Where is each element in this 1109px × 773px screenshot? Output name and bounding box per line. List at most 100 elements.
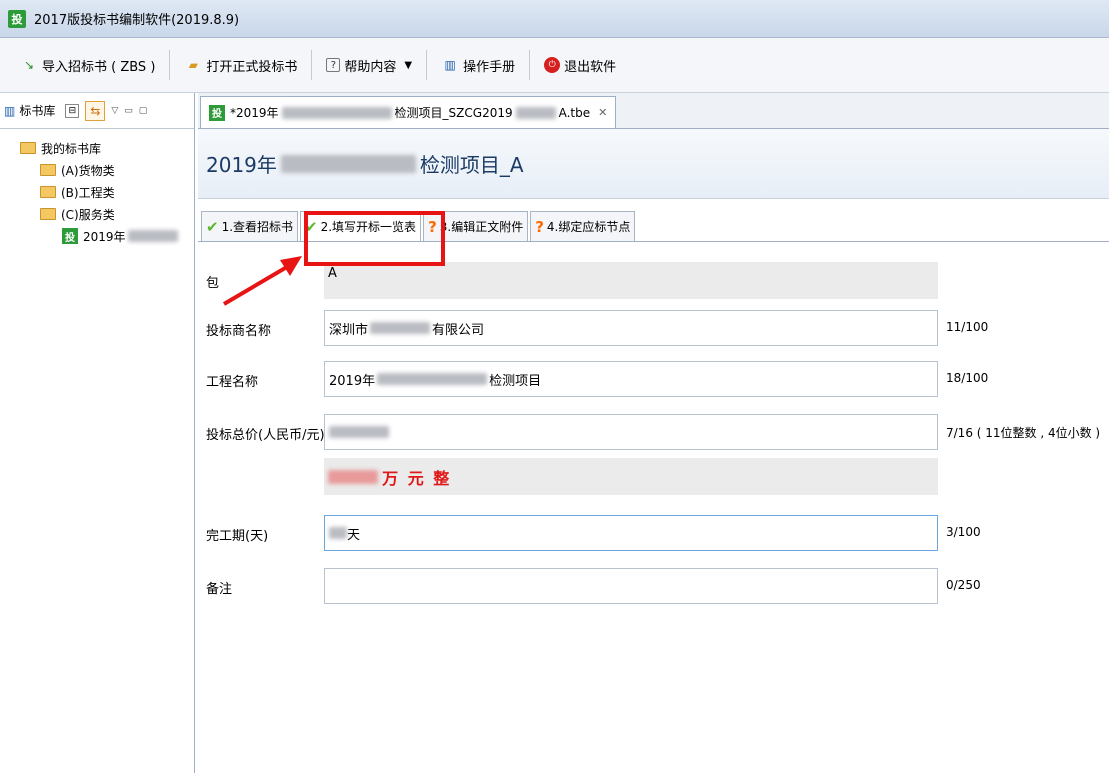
amount-in-words: 万 元 整 [328,465,451,489]
tree-item-services[interactable]: (C)服务类 [0,203,194,225]
field-text: 2019年 [329,373,376,389]
duration-field[interactable]: 天 [324,515,938,551]
folder-icon [40,164,56,176]
annotation-highlight-box [304,211,445,266]
folder-icon [20,142,36,154]
field-text: 有限公司 [432,322,485,338]
annotation-arrow-icon [222,256,302,306]
tree-item-label: (B)工程类 [61,185,115,200]
app-icon: 投 [8,9,26,28]
folder-icon [40,186,56,198]
tree-leaf-bid[interactable]: 投 2019年 [0,225,194,247]
question-icon: ? [535,217,544,236]
book-icon: ▥ [444,58,456,72]
project-counter: 18/100 [946,371,989,385]
document-header: 2019年 检测项目_A [198,129,1109,199]
tree-leaf-label: 2019年 [83,229,126,244]
import-icon: ↘ [23,58,35,72]
tab-bid-document[interactable]: 投 *2019年 检测项目_SZCG2019 A.tbe ✕ [200,96,617,128]
toolbar-separator [169,50,171,80]
bid-file-icon: 投 [62,228,78,244]
library-icon: ▥ [4,103,16,118]
redacted-text [127,230,178,242]
bid-file-icon: 投 [209,104,225,121]
field-text: 深圳市 [329,322,369,338]
tree-item-goods[interactable]: (A)货物类 [0,159,194,181]
toolbar-separator [529,50,531,80]
toolbar: ↘ 导入招标书 ( ZBS ) ▰ 打开正式投标书 ? 帮助内容 ▼ ▥ 操作手… [0,38,1109,93]
collapse-all-icon[interactable]: ⊟ [65,103,80,118]
package-readonly-bar [324,262,938,299]
tab-title-part: 检测项目_SZCG2019 [394,106,513,120]
tab-label: 标书库 [19,104,56,118]
redacted-text [370,322,431,334]
help-button[interactable]: ? 帮助内容 ▼ [320,50,418,80]
tree-root-label: 我的标书库 [41,141,102,156]
tab-bind-nodes[interactable]: ? 4.绑定应标节点 [530,211,636,241]
title-part: 检测项目_A [419,153,524,177]
project-label: 工程名称 [206,375,259,390]
price-label: 投标总价(人民币/元) [206,428,325,443]
power-icon: ⏻ [544,57,561,73]
step-label: 3.编辑正文附件 [439,220,524,234]
view-menu-icon[interactable]: ▽ [111,106,118,116]
price-counter: 7/16 ( 11位整数 , 4位小数 ) [946,426,1101,440]
manual-button[interactable]: ▥ 操作手册 [435,50,521,80]
redacted-text [281,106,392,119]
bidder-counter: 11/100 [946,320,989,334]
folder-open-icon: ▰ [188,58,198,72]
close-icon[interactable]: ✕ [598,106,607,119]
minimize-icon[interactable]: ▭ [124,106,133,116]
window-title: 2017版投标书编制软件(2019.8.9) [34,13,240,28]
link-editor-icon[interactable]: ⇆ [85,100,106,121]
amount-words-text: 万 元 整 [382,469,452,488]
duration-counter: 3/100 [946,525,981,539]
exit-button[interactable]: ⏻ 退出软件 [538,50,622,80]
bid-library-panel: ▥ 标书库 ⊟ ⇆ ▽ ▭ ▢ 我的标书库 (A)货物类 (B)工程类 (C)服… [0,93,195,773]
tree-item-engineering[interactable]: (B)工程类 [0,181,194,203]
field-text: 天 [347,527,361,543]
total-price-field[interactable] [324,414,938,450]
editor-panel: 投 *2019年 检测项目_SZCG2019 A.tbe ✕ 2019年 检测项… [198,93,1109,773]
remarks-label: 备注 [206,582,233,597]
redacted-text [377,373,488,385]
redacted-text [515,106,556,119]
step-label: 1.查看招标书 [221,220,294,234]
editor-tab-strip: 投 *2019年 检测项目_SZCG2019 A.tbe ✕ [198,93,1109,129]
maximize-icon[interactable]: ▢ [139,106,148,116]
import-tender-button[interactable]: ↘ 导入招标书 ( ZBS ) [14,50,161,80]
help-icon: ? [326,58,341,72]
title-part: 2019年 [206,153,277,177]
bidder-name-field[interactable]: 深圳市 有限公司 [324,310,938,346]
tab-title-part: *2019年 [230,106,279,120]
remarks-counter: 0/250 [946,578,981,592]
toolbar-separator [311,50,313,80]
tree-item-label: (A)货物类 [61,163,115,178]
field-text: 检测项目 [489,373,542,389]
redacted-text [280,154,416,173]
chevron-down-icon[interactable]: ▼ [404,60,412,71]
help-label: 帮助内容 [344,59,397,75]
manual-label: 操作手册 [463,59,516,75]
redacted-text [329,426,389,438]
package-label: 包 [206,276,220,291]
step-label: 4.绑定应标节点 [546,220,631,234]
folder-icon [40,208,56,220]
open-bid-button[interactable]: ▰ 打开正式投标书 [178,50,303,80]
tab-view-tender[interactable]: ✔ 1.查看招标书 [201,211,299,241]
open-label: 打开正式投标书 [206,59,298,75]
tab-title-part: A.tbe [558,105,591,120]
redacted-text [329,527,347,539]
tree-root[interactable]: 我的标书库 [0,137,194,159]
package-value: A [328,266,337,281]
remarks-field[interactable] [324,568,938,604]
duration-label: 完工期(天) [206,529,269,544]
project-name-field[interactable]: 2019年 检测项目 [324,361,938,397]
redacted-text [328,470,378,484]
bidder-label: 投标商名称 [206,324,272,339]
library-tree: 我的标书库 (A)货物类 (B)工程类 (C)服务类 投 2019年 [0,129,194,247]
title-bar: 投 2017版投标书编制软件(2019.8.9) [0,0,1109,38]
page-title: 2019年 检测项目_A [206,149,524,178]
exit-label: 退出软件 [564,59,617,75]
tab-bid-library[interactable]: ▥ 标书库 ⊟ ⇆ ▽ ▭ ▢ [0,93,194,129]
